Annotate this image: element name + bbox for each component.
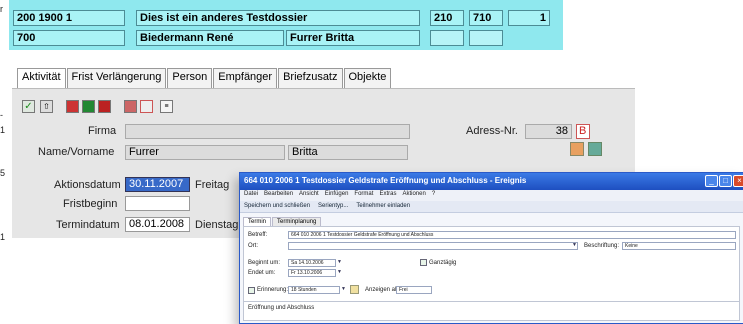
- ganztag-label: Ganztägig: [429, 260, 457, 266]
- beschriftung-select[interactable]: Keine: [622, 242, 736, 250]
- termindatum-weekday: Dienstag: [195, 219, 239, 231]
- minimize-icon[interactable]: _: [705, 175, 718, 187]
- tab-frist-verlaengerung[interactable]: Frist Verlängerung: [66, 68, 167, 88]
- betreff-input[interactable]: 664 010 2006 1 Testdossier Geldstrafe Er…: [288, 231, 736, 239]
- chevron-down-icon[interactable]: ▼: [336, 259, 343, 266]
- adress-flag[interactable]: B: [576, 124, 590, 139]
- invite-button[interactable]: Teilnehmer einladen: [356, 203, 410, 210]
- save-close-button[interactable]: Speichern und schließen: [244, 203, 310, 210]
- erinnerung-select[interactable]: 18 Stunden: [288, 286, 340, 294]
- left-mark: 1: [0, 125, 6, 135]
- person2-field[interactable]: Furrer Britta: [286, 30, 420, 46]
- beginn-date-input[interactable]: Sa 14.10.2006: [288, 259, 336, 267]
- tab-objekte[interactable]: Objekte: [343, 68, 392, 88]
- tab-person[interactable]: Person: [167, 68, 213, 88]
- tab-aktivitaet[interactable]: Aktivität: [17, 68, 66, 89]
- sound-icon[interactable]: [350, 285, 359, 294]
- fristbeginn-label: Fristbeginn: [63, 198, 118, 210]
- firma-input[interactable]: [125, 124, 410, 139]
- count-field[interactable]: 1: [508, 10, 550, 26]
- chevron-down-icon[interactable]: ▼: [571, 242, 578, 249]
- dialog-title: 664 010 2006 1 Testdossier Geldstrafe Er…: [240, 173, 743, 190]
- anzeigen-select[interactable]: Frei: [396, 286, 432, 294]
- code1-field[interactable]: 210: [430, 10, 464, 26]
- menu-bearbeiten[interactable]: Bearbeiten: [264, 191, 293, 200]
- main-tabs: Aktivität Frist Verlängerung Person Empf…: [17, 68, 392, 89]
- aktionsdatum-label: Aktionsdatum: [54, 179, 121, 191]
- person1-field[interactable]: Biedermann René: [136, 30, 284, 46]
- extra-field-1[interactable]: [430, 30, 464, 46]
- adress-nr-input[interactable]: 38: [525, 124, 572, 139]
- menu-extras[interactable]: Extras: [379, 191, 396, 200]
- menu-aktionen[interactable]: Aktionen: [402, 191, 425, 200]
- ort-label: Ort:: [248, 243, 258, 249]
- body-text[interactable]: Eröffnung und Abschluss: [248, 305, 314, 311]
- ganztag-checkbox[interactable]: [420, 259, 427, 266]
- menu-help[interactable]: ?: [432, 191, 435, 200]
- tab-empfaenger[interactable]: Empfänger: [213, 68, 278, 88]
- fristbeginn-input[interactable]: [125, 196, 190, 211]
- code-field[interactable]: 700: [13, 30, 125, 46]
- tab-terminplanung[interactable]: Terminplanung: [272, 217, 322, 226]
- left-mark: 1: [0, 232, 6, 242]
- beginn-label: Beginnt um:: [248, 260, 281, 266]
- persons-icon[interactable]: [588, 142, 602, 156]
- vorname-input[interactable]: Britta: [288, 145, 408, 160]
- dialog-tabs: Termin Terminplanung: [243, 217, 322, 226]
- tab-termin[interactable]: Termin: [243, 217, 272, 226]
- menu-ansicht[interactable]: Ansicht: [299, 191, 319, 200]
- dialog-menu: Datei Bearbeiten Ansicht Einfügen Format…: [240, 190, 743, 201]
- beschriftung-label: Beschriftung:: [584, 243, 620, 249]
- left-mark: -: [0, 110, 3, 120]
- dialog-body: Betreff: 664 010 2006 1 Testdossier Geld…: [243, 226, 740, 321]
- extra-field-2[interactable]: [469, 30, 503, 46]
- name-input[interactable]: Furrer: [125, 145, 285, 160]
- menu-einfuegen[interactable]: Einfügen: [325, 191, 349, 200]
- maximize-icon[interactable]: □: [719, 175, 732, 187]
- person-icon[interactable]: [570, 142, 584, 156]
- termindatum-input[interactable]: 08.01.2008: [125, 217, 190, 232]
- grid-icon[interactable]: [140, 100, 153, 113]
- attach-icon[interactable]: ⇧: [40, 100, 53, 113]
- appointment-dialog: 664 010 2006 1 Testdossier Geldstrafe Er…: [239, 172, 743, 324]
- betreff-label: Betreff:: [248, 232, 268, 238]
- dossier-title-field[interactable]: Dies ist ein anderes Testdossier: [136, 10, 420, 26]
- serientyp-button[interactable]: Serientyp...: [318, 203, 348, 210]
- left-mark: r: [0, 4, 3, 14]
- ort-input[interactable]: [288, 242, 578, 250]
- green-doc-icon[interactable]: [82, 100, 95, 113]
- menu-format[interactable]: Format: [354, 191, 373, 200]
- dialog-toolbar: Speichern und schließen Serientyp... Tei…: [240, 201, 743, 213]
- ende-date-input[interactable]: Fr 13.10.2006: [288, 269, 336, 277]
- dossier-number-field[interactable]: 200 1900 1: [13, 10, 125, 26]
- erinnerung-checkbox[interactable]: [248, 287, 255, 294]
- chevron-down-icon[interactable]: ▼: [340, 286, 347, 293]
- ende-label: Endet um:: [248, 270, 276, 276]
- code2-field[interactable]: 710: [469, 10, 503, 26]
- menu-datei[interactable]: Datei: [244, 191, 258, 200]
- red-book-icon[interactable]: [98, 100, 111, 113]
- list-icon[interactable]: ≡: [160, 100, 173, 113]
- termindatum-label: Termindatum: [56, 219, 120, 231]
- name-label: Name/Vorname: [38, 146, 115, 158]
- adress-nr-label: Adress-Nr.: [466, 125, 518, 137]
- close-icon[interactable]: ×: [733, 175, 743, 187]
- tab-briefzusatz[interactable]: Briefzusatz: [278, 68, 343, 88]
- picture-icon[interactable]: [124, 100, 137, 113]
- divider: [244, 301, 739, 302]
- aktionsdatum-input[interactable]: 30.11.2007: [125, 177, 190, 192]
- chevron-down-icon[interactable]: ▼: [336, 269, 343, 276]
- firma-label: Firma: [88, 125, 117, 137]
- red-doc-icon[interactable]: [66, 100, 79, 113]
- aktionsdatum-weekday: Freitag: [195, 179, 230, 191]
- left-mark: 5: [0, 168, 6, 178]
- erinnerung-label: Erinnerung:: [257, 287, 289, 293]
- check-icon[interactable]: ✓: [22, 100, 35, 113]
